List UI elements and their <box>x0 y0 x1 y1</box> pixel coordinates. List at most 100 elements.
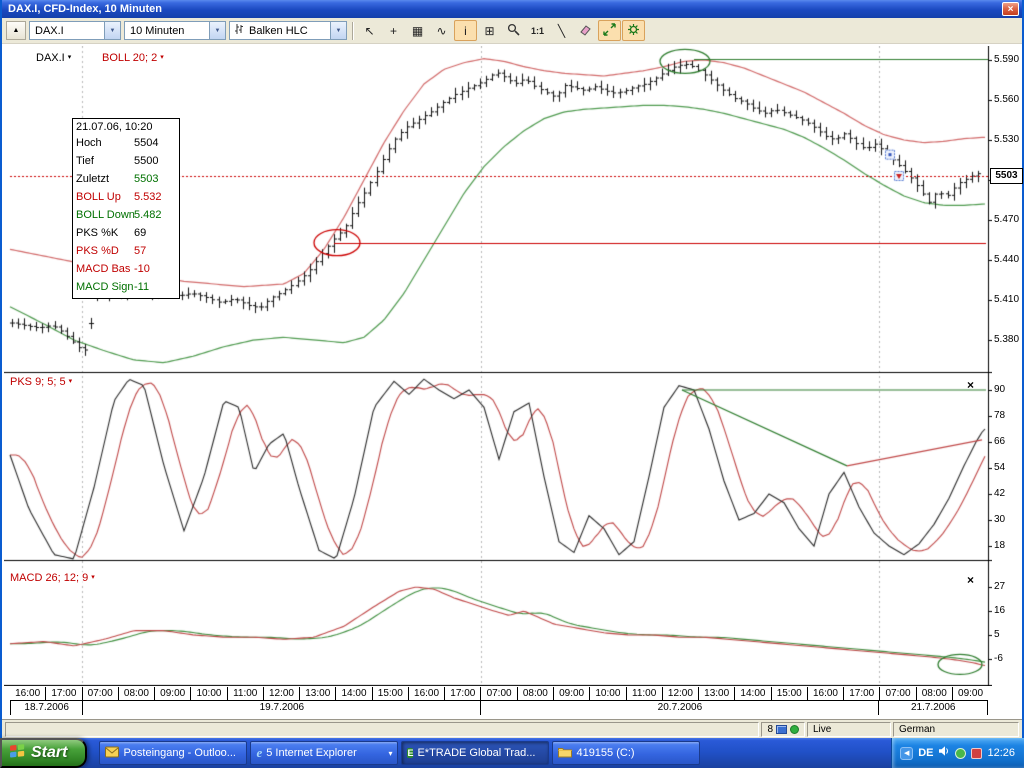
taskbar-button[interactable]: e5 Internet Explorer▾ <box>250 741 398 765</box>
axis-label: 5.470 <box>994 214 1019 226</box>
language-indicator[interactable]: DE <box>918 747 933 759</box>
line-icon: ╲ <box>558 24 565 38</box>
axis-label: 90 <box>994 384 1005 396</box>
interval-select-value: 10 Minuten <box>125 25 209 37</box>
taskbar-button[interactable]: Posteingang - Outloo... <box>99 741 247 765</box>
settings-icon <box>627 23 640 39</box>
live-status-text: Live <box>813 724 831 735</box>
time-label: 14:00 <box>735 687 771 700</box>
taskbar-button[interactable]: EE*TRADE Global Trad... <box>401 741 549 765</box>
symbol-select-value: DAX.I <box>30 25 104 37</box>
tooltip-value: 5503 <box>134 170 176 188</box>
status-bar: 8 Live German <box>2 719 1022 738</box>
status-spacer <box>5 722 759 737</box>
taskbar-button-label: E*TRADE Global Trad... <box>417 747 543 759</box>
info-icon: i <box>464 24 467 38</box>
date-axis: 18.7.200619.7.200620.7.200621.7.2006 <box>10 701 988 715</box>
axis-label: 66 <box>994 436 1005 448</box>
tooltip-label: Tief <box>76 152 134 170</box>
time-label: 11:00 <box>228 687 264 700</box>
antivirus-icon[interactable] <box>971 748 982 759</box>
time-label: 08:00 <box>917 687 953 700</box>
axis-label: 27 <box>994 581 1005 593</box>
bar-hlc-icon <box>234 23 244 38</box>
live-dot-icon <box>790 725 799 734</box>
windows-flag-icon <box>9 742 26 764</box>
boll-indicator-label[interactable]: BOLL 20; 2 ▾ <box>102 52 164 64</box>
time-label: 16:00 <box>10 687 46 700</box>
start-label: Start <box>31 744 67 762</box>
y-axis: 5.5905.5605.5305.4705.4405.4105.38090786… <box>994 44 1022 686</box>
wave-tool-button[interactable]: ∿ <box>430 20 453 41</box>
cursor-tool-button[interactable]: ↖ <box>358 20 381 41</box>
tooltip-row: Hoch5504 <box>73 134 179 152</box>
time-label: 09:00 <box>155 687 191 700</box>
time-label: 08:00 <box>119 687 155 700</box>
tooltip-value: 5504 <box>134 134 176 152</box>
taskbar-button[interactable]: 419155 (C:) <box>552 741 700 765</box>
one-to-one-icon: 1:1 <box>531 26 544 36</box>
date-label: 20.7.2006 <box>480 701 878 715</box>
pks-indicator-label[interactable]: PKS 9; 5; 5 ▾ <box>10 376 72 388</box>
time-label: 12:00 <box>264 687 300 700</box>
time-label: 17:00 <box>445 687 481 700</box>
symbol-indicator-text: DAX.I <box>36 52 65 64</box>
live-status: Live <box>807 722 891 737</box>
collapse-button[interactable]: ▲ <box>6 21 26 40</box>
status-panel: 8 <box>761 722 805 737</box>
taskbar-button-label: Posteingang - Outloo... <box>123 747 241 759</box>
tooltip-row: MACD Bas-10 <box>73 260 179 278</box>
macd-panel-close-button[interactable]: × <box>963 573 978 587</box>
messenger-icon[interactable] <box>955 748 966 759</box>
tooltip-row: BOLL Down5.482 <box>73 206 179 224</box>
pks-indicator-text: PKS 9; 5; 5 <box>10 376 66 388</box>
pks-panel-close-button[interactable]: × <box>963 378 978 392</box>
chart-type-select[interactable]: Balken HLC ▼ <box>229 21 347 40</box>
chevron-down-icon: ▾ <box>69 377 73 387</box>
tooltip-label: BOLL Up <box>76 188 134 206</box>
axis-label: -6 <box>994 653 1003 665</box>
system-tray: ◀ DE 12:26 <box>891 738 1024 768</box>
axis-label: 16 <box>994 605 1005 617</box>
language-status: German <box>893 722 1019 737</box>
date-label: 21.7.2006 <box>878 701 987 715</box>
axis-label: 5 <box>994 629 1000 641</box>
tool-buttons: ↖+▦∿ i ⊞ 1:1 ╲ <box>358 20 645 41</box>
last-price-tag: 5503 <box>990 168 1023 184</box>
time-label: 14:00 <box>336 687 372 700</box>
time-label: 16:00 <box>409 687 445 700</box>
folder-icon <box>558 746 572 761</box>
tooltip-label: BOLL Down <box>76 206 134 224</box>
settings-tool-button[interactable] <box>622 20 645 41</box>
info-tool-button[interactable]: i <box>454 20 477 41</box>
crosshair-tool-button[interactable]: + <box>382 20 405 41</box>
time-label: 17:00 <box>844 687 880 700</box>
chevron-down-icon: ▾ <box>160 53 164 63</box>
grid-tool-button[interactable]: ▦ <box>406 20 429 41</box>
language-status-text: German <box>899 724 935 735</box>
tooltip-row: Tief5500 <box>73 152 179 170</box>
one-to-one-tool-button[interactable]: 1:1 <box>526 20 549 41</box>
symbol-select[interactable]: DAX.I ▼ <box>29 21 121 40</box>
interval-select[interactable]: 10 Minuten ▼ <box>124 21 226 40</box>
start-button[interactable]: Start <box>0 738 87 768</box>
symbol-indicator-label[interactable]: DAX.I ▾ <box>36 52 71 64</box>
magnifier-tool-button[interactable] <box>502 20 525 41</box>
toolbar-separator <box>352 22 353 40</box>
time-label: 09:00 <box>554 687 590 700</box>
volume-icon[interactable] <box>938 744 950 762</box>
time-label: 07:00 <box>481 687 517 700</box>
collapse-icon: ▲ <box>13 27 20 34</box>
magnifier-icon <box>507 23 520 39</box>
app-window: DAX.I, CFD-Index, 10 Minuten × ▲ DAX.I ▼… <box>0 0 1024 738</box>
macd-indicator-label[interactable]: MACD 26; 12; 9 ▾ <box>10 572 95 584</box>
autoscale-tool-button[interactable] <box>598 20 621 41</box>
chevron-down-icon: ▼ <box>104 22 120 39</box>
boll-indicator-text: BOLL 20; 2 <box>102 52 157 64</box>
zoom-window-tool-button[interactable]: ⊞ <box>478 20 501 41</box>
eraser-tool-button[interactable] <box>574 20 597 41</box>
line-tool-button[interactable]: ╲ <box>550 20 573 41</box>
language-chevron-icon[interactable]: ◀ <box>900 747 913 760</box>
close-button[interactable]: × <box>1002 2 1019 16</box>
tooltip-row: BOLL Up5.532 <box>73 188 179 206</box>
